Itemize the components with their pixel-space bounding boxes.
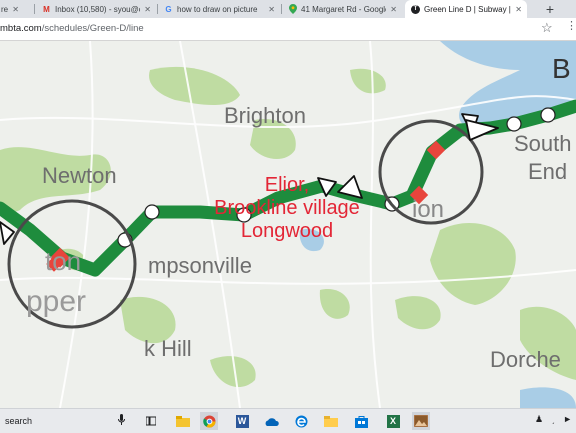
close-tab-icon[interactable]: ✕ (144, 5, 151, 14)
system-tray[interactable]: ♟ ˏ ► (535, 414, 572, 425)
task-view-icon[interactable] (142, 412, 160, 430)
menu-kebab-icon[interactable]: ⋮ (566, 21, 576, 32)
tab-strip: re ✕ M Inbox (10,580) - syou@cc ✕ G how … (0, 0, 576, 18)
place-label-hill: k Hill (144, 336, 192, 361)
file-explorer-icon[interactable] (174, 412, 192, 430)
mbta-icon: T (411, 4, 420, 14)
tab-title: re (1, 4, 9, 14)
url-field[interactable]: mbta.com/schedules/Green-D/line (0, 23, 144, 34)
tab-gmail[interactable]: M Inbox (10,580) - syou@cc ✕ (36, 0, 156, 18)
tab-title: Inbox (10,580) - syou@cc (55, 4, 141, 14)
place-label-south: South (514, 131, 572, 156)
place-label-newton: Newton (42, 163, 117, 188)
bookmark-star-icon[interactable]: ☆ (541, 20, 553, 36)
gmail-icon: M (43, 4, 50, 14)
url-path: /schedules/Green-D/line (41, 23, 144, 34)
url-domain: mbta.com (0, 23, 42, 34)
volume-icon[interactable]: ► (563, 414, 572, 424)
people-icon[interactable]: ♟ (535, 414, 543, 424)
close-tab-icon[interactable]: ✕ (515, 5, 522, 14)
annotation-line: Brookline village (214, 197, 360, 219)
close-tab-icon[interactable]: ✕ (12, 5, 19, 14)
new-tab-button[interactable]: + (546, 0, 554, 18)
google-icon: G (165, 4, 172, 14)
tab-re[interactable]: re ✕ (0, 0, 24, 18)
close-tab-icon[interactable]: ✕ (268, 5, 275, 14)
tab-title: how to draw on picture (177, 4, 258, 14)
place-label-thompsonville: mpsonville (148, 253, 252, 278)
taskbar-search-box[interactable]: search (5, 416, 32, 426)
address-bar[interactable]: mbta.com/schedules/Green-D/line ☆ ⋮ (0, 18, 576, 41)
tab-mbta-green-line[interactable]: T Green Line D | Subway | ✕ (405, 0, 527, 18)
tab-google-maps[interactable]: 41 Margaret Rd - Google ✕ (282, 0, 402, 18)
annotation-line: Elior, (264, 174, 310, 196)
maps-icon (288, 4, 297, 14)
folder-icon[interactable] (322, 412, 340, 430)
photos-icon[interactable] (412, 412, 430, 430)
annotation-line: Longwood (240, 220, 334, 242)
tab-title: Green Line D | Subway | (424, 4, 511, 14)
place-label-end: End (528, 159, 568, 184)
place-label-b: B (552, 53, 571, 84)
tray-chevron-icon[interactable]: ˏ (552, 414, 555, 424)
edge-icon[interactable] (292, 412, 310, 430)
place-label-dorchester: Dorche (490, 347, 561, 372)
map-view[interactable]: Brighton Newton South End B mpsonville k… (0, 41, 576, 408)
word-icon[interactable]: W (233, 412, 251, 430)
tab-google-search[interactable]: G how to draw on picture ✕ (158, 0, 280, 18)
microphone-icon[interactable] (118, 414, 125, 426)
taskbar: search W X ♟ ˏ ► (0, 408, 576, 433)
place-label-upper-falls-magnified: pper (26, 285, 87, 318)
annotation-text: Elior, Brookline village Longwood (186, 174, 388, 243)
place-label-station-magnified: ion (412, 196, 445, 223)
chrome-icon[interactable] (200, 412, 218, 430)
excel-icon[interactable]: X (384, 412, 402, 430)
onedrive-icon[interactable] (262, 412, 280, 430)
store-icon[interactable] (352, 412, 370, 430)
place-label-brighton: Brighton (224, 103, 306, 128)
close-tab-icon[interactable]: ✕ (390, 5, 397, 14)
place-label-newton-upper-magnified: ton (45, 246, 82, 276)
tab-title: 41 Margaret Rd - Google (301, 4, 387, 14)
